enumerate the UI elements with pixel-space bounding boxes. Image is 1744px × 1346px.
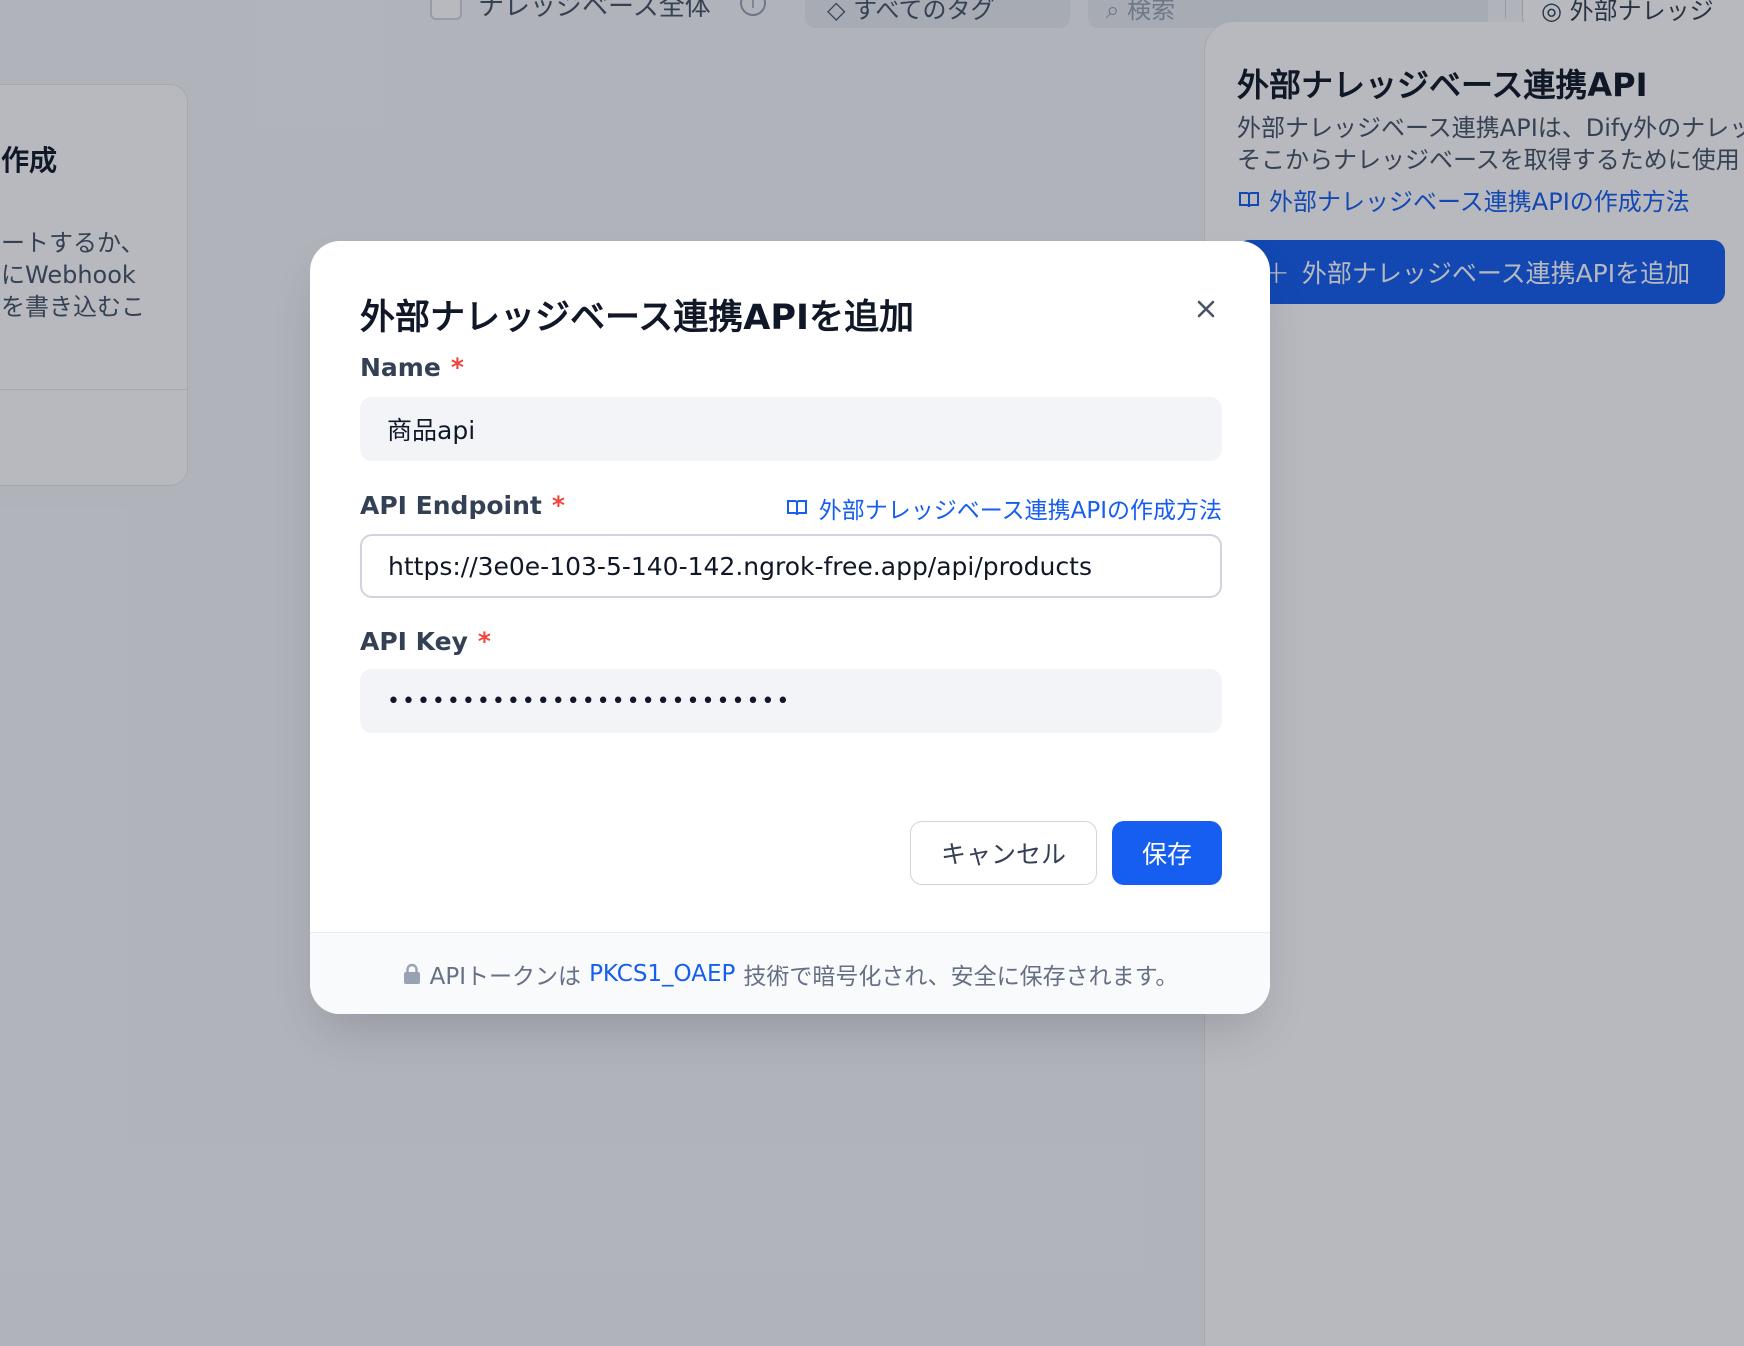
cancel-button[interactable]: キャンセル [910, 821, 1097, 885]
required-mark: * [450, 353, 464, 382]
modal-title: 外部ナレッジベース連携APIを追加 [360, 298, 915, 338]
name-input-value: 商品api [387, 416, 476, 445]
api-key-input-value: ••••••••••••••••••••••••••• [387, 688, 792, 714]
book-icon [786, 500, 807, 516]
api-key-label: API Key * [360, 627, 491, 656]
endpoint-doc-link[interactable]: 外部ナレッジベース連携APIの作成方法 [785, 491, 1222, 525]
api-key-label-text: API Key [360, 627, 468, 656]
name-input[interactable]: 商品api [360, 397, 1222, 461]
name-label: Name * [360, 353, 464, 382]
close-icon [1197, 300, 1215, 318]
add-external-api-modal: 外部ナレッジベース連携APIを追加 Name * 商品api API Endpoi… [310, 241, 1270, 1014]
endpoint-label: API Endpoint * [360, 491, 565, 520]
encryption-method: PKCS1_OAEP [589, 960, 736, 987]
encryption-notice-prefix: APIトークンは [429, 963, 582, 990]
endpoint-input-value: https://3e0e-103-5-140-142.ngrok-free.ap… [388, 551, 1092, 581]
name-label-text: Name [360, 353, 441, 382]
required-mark: * [551, 491, 565, 520]
lock-icon [403, 963, 420, 984]
required-mark: * [477, 627, 491, 656]
api-key-input[interactable]: ••••••••••••••••••••••••••• [360, 669, 1222, 733]
close-button[interactable] [1186, 289, 1226, 329]
encryption-notice-suffix: 技術で暗号化され、安全に保存されます。 [743, 963, 1179, 990]
endpoint-input[interactable]: https://3e0e-103-5-140-142.ngrok-free.ap… [360, 534, 1222, 598]
encryption-notice: APIトークンは PKCS1_OAEP 技術で暗号化され、安全に保存されます。 [310, 932, 1270, 1014]
save-button[interactable]: 保存 [1112, 821, 1222, 885]
endpoint-label-text: API Endpoint [360, 491, 542, 520]
endpoint-doc-link-label: 外部ナレッジベース連携APIの作成方法 [818, 498, 1222, 524]
